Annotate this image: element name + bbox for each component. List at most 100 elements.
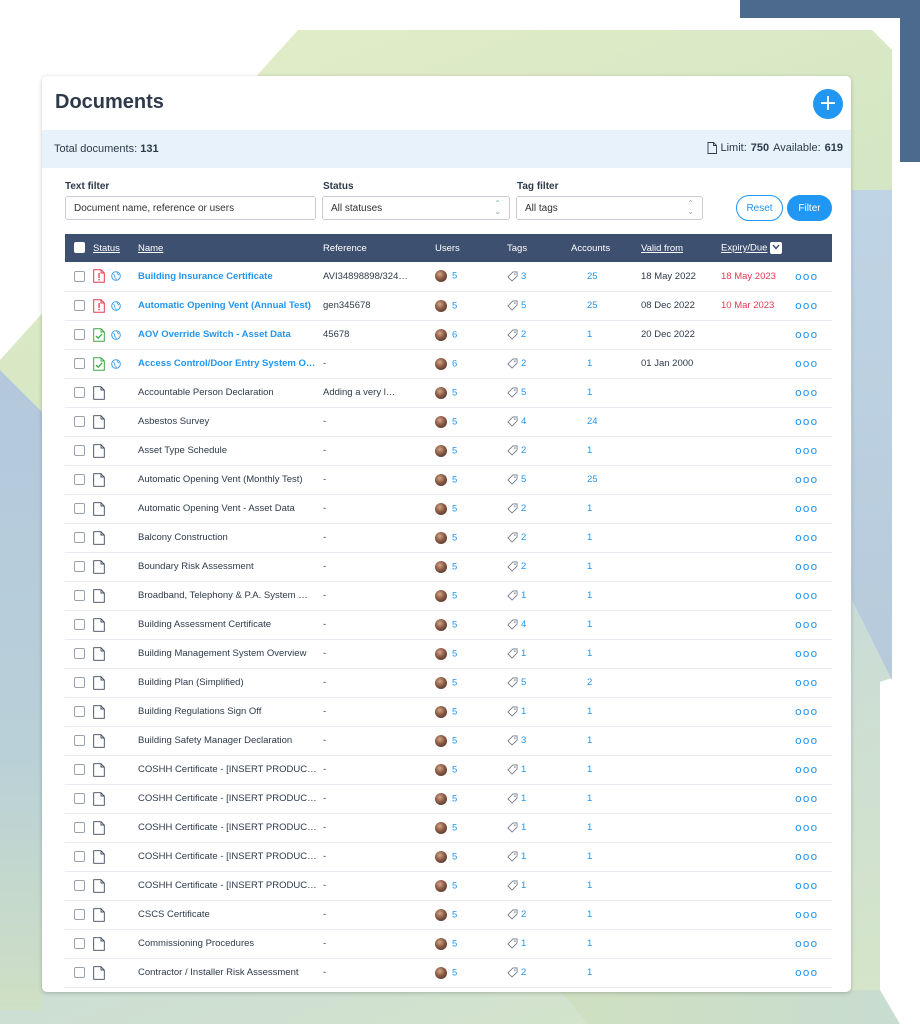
document-name-link[interactable]: Building Safety Manager Declaration xyxy=(138,735,292,746)
tag-select[interactable]: All tags ⌃ ⌄ xyxy=(516,196,703,220)
users-count[interactable]: 5 xyxy=(452,387,457,398)
tags-count[interactable]: 2 xyxy=(521,967,526,978)
more-options-icon[interactable]: ooo xyxy=(795,299,818,312)
more-options-icon[interactable]: ooo xyxy=(795,908,818,921)
users-count[interactable]: 5 xyxy=(452,300,457,311)
tags-count[interactable]: 1 xyxy=(521,880,526,891)
table-row[interactable]: Building Plan (Simplified) - 5 5 2 ooo xyxy=(65,668,832,697)
document-name-link[interactable]: Asbestos Survey xyxy=(138,416,209,427)
document-name-link[interactable]: Automatic Opening Vent (Monthly Test) xyxy=(138,474,303,485)
users-count[interactable]: 5 xyxy=(452,271,457,282)
tags-count[interactable]: 2 xyxy=(521,909,526,920)
document-name-link[interactable]: Access Control/Door Entry System O… xyxy=(138,358,315,369)
more-options-icon[interactable]: ooo xyxy=(795,618,818,631)
row-checkbox[interactable] xyxy=(73,299,85,311)
more-options-icon[interactable]: ooo xyxy=(795,328,818,341)
document-name-link[interactable]: Building Assessment Certificate xyxy=(138,619,271,630)
document-name-link[interactable]: Building Management System Overview xyxy=(138,648,306,659)
document-name-link[interactable]: AOV Override Switch - Asset Data xyxy=(138,329,291,340)
more-options-icon[interactable]: ooo xyxy=(795,531,818,544)
row-checkbox[interactable] xyxy=(73,879,85,891)
users-count[interactable]: 5 xyxy=(452,735,457,746)
accounts-count[interactable]: 1 xyxy=(587,648,592,659)
accounts-count[interactable]: 1 xyxy=(587,909,592,920)
accounts-count[interactable]: 1 xyxy=(587,764,592,775)
table-row[interactable]: Balcony Construction - 5 2 1 ooo xyxy=(65,523,832,552)
document-name-link[interactable]: Boundary Risk Assessment xyxy=(138,561,254,572)
users-count[interactable]: 5 xyxy=(452,793,457,804)
users-count[interactable]: 5 xyxy=(452,474,457,485)
users-count[interactable]: 5 xyxy=(452,503,457,514)
row-checkbox[interactable] xyxy=(73,589,85,601)
users-count[interactable]: 5 xyxy=(452,445,457,456)
users-count[interactable]: 5 xyxy=(452,416,457,427)
accounts-count[interactable]: 1 xyxy=(587,822,592,833)
row-checkbox[interactable] xyxy=(73,850,85,862)
accounts-count[interactable]: 1 xyxy=(587,358,592,369)
document-name-link[interactable]: Building Regulations Sign Off xyxy=(138,706,261,717)
more-options-icon[interactable]: ooo xyxy=(795,502,818,515)
tags-count[interactable]: 5 xyxy=(521,677,526,688)
accounts-count[interactable]: 1 xyxy=(587,503,592,514)
more-options-icon[interactable]: ooo xyxy=(795,386,818,399)
more-options-icon[interactable]: ooo xyxy=(795,415,818,428)
more-options-icon[interactable]: ooo xyxy=(795,937,818,950)
row-checkbox[interactable] xyxy=(73,734,85,746)
accounts-count[interactable]: 1 xyxy=(587,387,592,398)
accounts-count[interactable]: 1 xyxy=(587,590,592,601)
table-row[interactable]: Broadband, Telephony & P.A. System … - 5 1 1… xyxy=(65,581,832,610)
table-row[interactable]: Contractor / Installer Risk Assessment - 5… xyxy=(65,958,832,987)
table-row[interactable]: Access Control/Door Entry System O… - 6 2 1 0… xyxy=(65,349,832,378)
more-options-icon[interactable]: ooo xyxy=(795,676,818,689)
table-row[interactable]: CSCS Certificate - 5 2 1 ooo xyxy=(65,900,832,929)
users-count[interactable]: 5 xyxy=(452,561,457,572)
accounts-count[interactable]: 1 xyxy=(587,619,592,630)
row-checkbox[interactable] xyxy=(73,937,85,949)
table-row[interactable]: COSHH Certificate - [INSERT PRODUC… - 5 1 1 o… xyxy=(65,755,832,784)
filter-button[interactable]: Filter xyxy=(787,195,832,221)
users-count[interactable]: 5 xyxy=(452,619,457,630)
table-row[interactable]: Automatic Opening Vent (Annual Test) gen3… xyxy=(65,291,832,320)
accounts-count[interactable]: 25 xyxy=(587,474,598,485)
document-name-link[interactable]: COSHH Certificate - [INSERT PRODUC… xyxy=(138,851,317,862)
sort-expiry[interactable]: Expiry/Due xyxy=(721,234,795,262)
table-row[interactable]: Automatic Opening Vent (Monthly Test) - 5 5… xyxy=(65,465,832,494)
row-checkbox[interactable] xyxy=(73,473,85,485)
document-name-link[interactable]: Automatic Opening Vent - Asset Data xyxy=(138,503,295,514)
document-name-link[interactable]: Contractor / Installer Risk Assessment xyxy=(138,967,299,978)
sort-status[interactable]: Status xyxy=(93,234,138,262)
more-options-icon[interactable]: ooo xyxy=(795,444,818,457)
table-row[interactable]: Building Safety Manager Declaration - 5 3 1 o… xyxy=(65,726,832,755)
users-count[interactable]: 5 xyxy=(452,880,457,891)
tags-count[interactable]: 1 xyxy=(521,793,526,804)
document-name-link[interactable]: Building Plan (Simplified) xyxy=(138,677,244,688)
users-count[interactable]: 5 xyxy=(452,822,457,833)
more-options-icon[interactable]: ooo xyxy=(795,705,818,718)
more-options-icon[interactable]: ooo xyxy=(795,357,818,370)
tags-count[interactable]: 2 xyxy=(521,329,526,340)
table-row[interactable]: COSHH Certificate - [INSERT PRODUC… - 5 1 1 o… xyxy=(65,871,832,900)
document-name-link[interactable]: Building Insurance Certificate xyxy=(138,271,273,282)
row-checkbox[interactable] xyxy=(73,792,85,804)
table-row[interactable]: COSHH Certificate - [INSERT PRODUC… - 5 1 1 o… xyxy=(65,813,832,842)
table-row[interactable]: AOV Override Switch - Asset Data 45678 6 2 1… xyxy=(65,320,832,349)
accounts-count[interactable]: 1 xyxy=(587,532,592,543)
more-options-icon[interactable]: ooo xyxy=(795,560,818,573)
document-name-link[interactable]: Accountable Person Declaration xyxy=(138,387,274,398)
table-row[interactable]: Building Regulations Sign Off - 5 1 1 ooo xyxy=(65,697,832,726)
tags-count[interactable]: 1 xyxy=(521,938,526,949)
document-name-link[interactable]: COSHH Certificate - [INSERT PRODUC… xyxy=(138,764,317,775)
document-name-link[interactable]: COSHH Certificate - [INSERT PRODUC… xyxy=(138,793,317,804)
accounts-count[interactable]: 25 xyxy=(587,271,598,282)
document-name-link[interactable]: Commissioning Procedures xyxy=(138,938,254,949)
tags-count[interactable]: 5 xyxy=(521,300,526,311)
table-row[interactable]: COSHH Certificate - [INSERT PRODUC… - 5 1 1 o… xyxy=(65,842,832,871)
users-count[interactable]: 5 xyxy=(452,677,457,688)
users-count[interactable]: 5 xyxy=(452,648,457,659)
tags-count[interactable]: 5 xyxy=(521,387,526,398)
tags-count[interactable]: 1 xyxy=(521,648,526,659)
accounts-count[interactable]: 24 xyxy=(587,416,598,427)
row-checkbox[interactable] xyxy=(73,328,85,340)
row-checkbox[interactable] xyxy=(73,502,85,514)
row-checkbox[interactable] xyxy=(73,908,85,920)
